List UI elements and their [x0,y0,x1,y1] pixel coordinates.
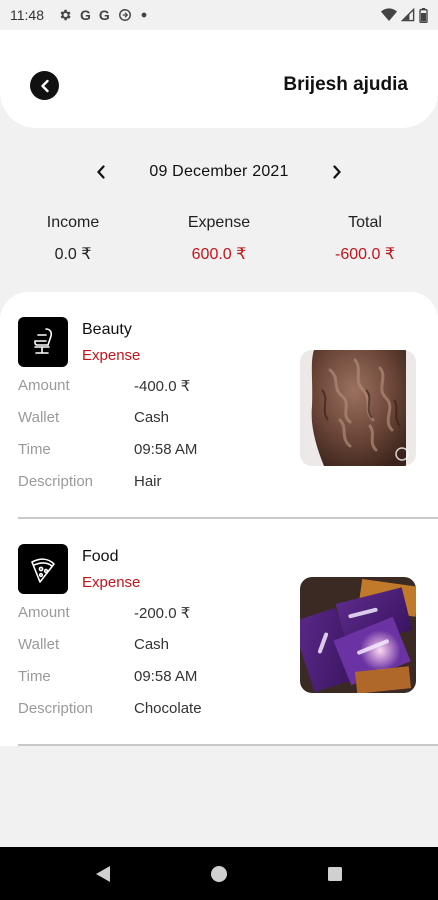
divider [18,517,438,519]
time-label: Time [18,668,51,685]
wallet-row: Wallet Cash [18,409,298,426]
amount-value: -200.0 ₹ [134,605,191,622]
time-row: Time 09:58 AM [18,668,298,685]
system-navigation-bar [0,847,438,900]
chevron-right-icon [333,165,341,179]
dot-icon [141,12,147,18]
back-arrow-icon [40,79,49,92]
chocolate-photo [300,577,416,693]
salon-chair-icon [34,328,53,354]
card-footer-area [0,746,438,816]
hair-photo [300,350,416,466]
time-label: Time [18,441,51,458]
transaction-item[interactable]: Beauty Expense Amount -400.0 ₹ Wallet Ca… [18,317,438,517]
pizza-icon [31,558,55,583]
time-value: 09:58 AM [134,441,198,458]
amount-label: Amount [18,604,70,621]
back-triangle-icon [96,865,110,882]
wallet-label: Wallet [18,409,60,426]
status-left-group: 11:48 G G [10,7,148,23]
wallet-value: Cash [134,636,170,653]
wallet-label: Wallet [18,636,60,653]
battery-icon [419,7,428,23]
next-date-button[interactable] [323,158,351,186]
description-label: Description [18,700,94,717]
transaction-type: Expense [82,347,141,364]
system-back-button[interactable] [91,862,115,886]
total-label: Total [348,214,382,231]
signal-icon [401,8,415,22]
system-recents-button[interactable] [323,862,347,886]
transaction-photo[interactable] [300,350,416,466]
date-navigator: 09 December 2021 [0,158,438,186]
gear-icon [60,9,71,21]
transaction-type: Expense [82,574,141,591]
transactions-card: Beauty Expense Amount -400.0 ₹ Wallet Ca… [0,292,438,816]
system-home-button[interactable] [207,862,231,886]
transaction-photo[interactable] [300,577,416,693]
description-row: Description Chocolate [18,700,298,717]
recents-square-icon [328,866,342,881]
category-name: Food [82,548,119,565]
amount-label: Amount [18,377,70,394]
status-right-group [381,7,428,23]
description-label: Description [18,473,94,490]
summary-row: Income 0.0 ₹ Expense 600.0 ₹ Total -600.… [0,214,438,264]
expense-value: 600.0 ₹ [191,246,247,263]
time-row: Time 09:58 AM [18,441,298,458]
amount-row: Amount -400.0 ₹ [18,377,298,395]
app-header: Brijesh ajudia [0,30,438,128]
expense-summary: Expense 600.0 ₹ [146,214,292,264]
google-icon: G [98,7,110,23]
google-icon: G [80,7,91,23]
category-icon-box [18,544,68,594]
sync-icon [118,9,131,21]
chevron-left-icon [97,165,105,179]
total-value: -600.0 ₹ [335,246,395,263]
expense-label: Expense [187,214,251,231]
time-value: 09:58 AM [134,668,198,685]
description-row: Description Hair [18,473,298,490]
previous-date-button[interactable] [87,158,115,186]
wifi-icon [381,8,397,21]
amount-value: -400.0 ₹ [134,378,191,395]
transaction-item[interactable]: Food Expense Amount -200.0 ₹ Wallet Cash… [18,544,438,744]
category-name: Beauty [82,321,132,338]
description-value: Chocolate [134,700,202,717]
description-value: Hair [134,473,162,490]
back-button[interactable] [30,71,59,100]
amount-row: Amount -200.0 ₹ [18,604,298,622]
income-summary: Income 0.0 ₹ [0,214,146,264]
home-circle-icon [211,865,227,882]
page-title: Brijesh ajudia [283,74,408,95]
total-summary: Total -600.0 ₹ [292,214,438,264]
income-value: 0.0 ₹ [54,246,92,263]
current-date: 09 December 2021 [149,163,289,180]
status-bar: 11:48 G G [0,0,438,30]
wallet-row: Wallet Cash [18,636,298,653]
status-time: 11:48 [10,7,44,23]
wallet-value: Cash [134,409,170,426]
category-icon-box [18,317,68,367]
income-label: Income [46,214,100,231]
